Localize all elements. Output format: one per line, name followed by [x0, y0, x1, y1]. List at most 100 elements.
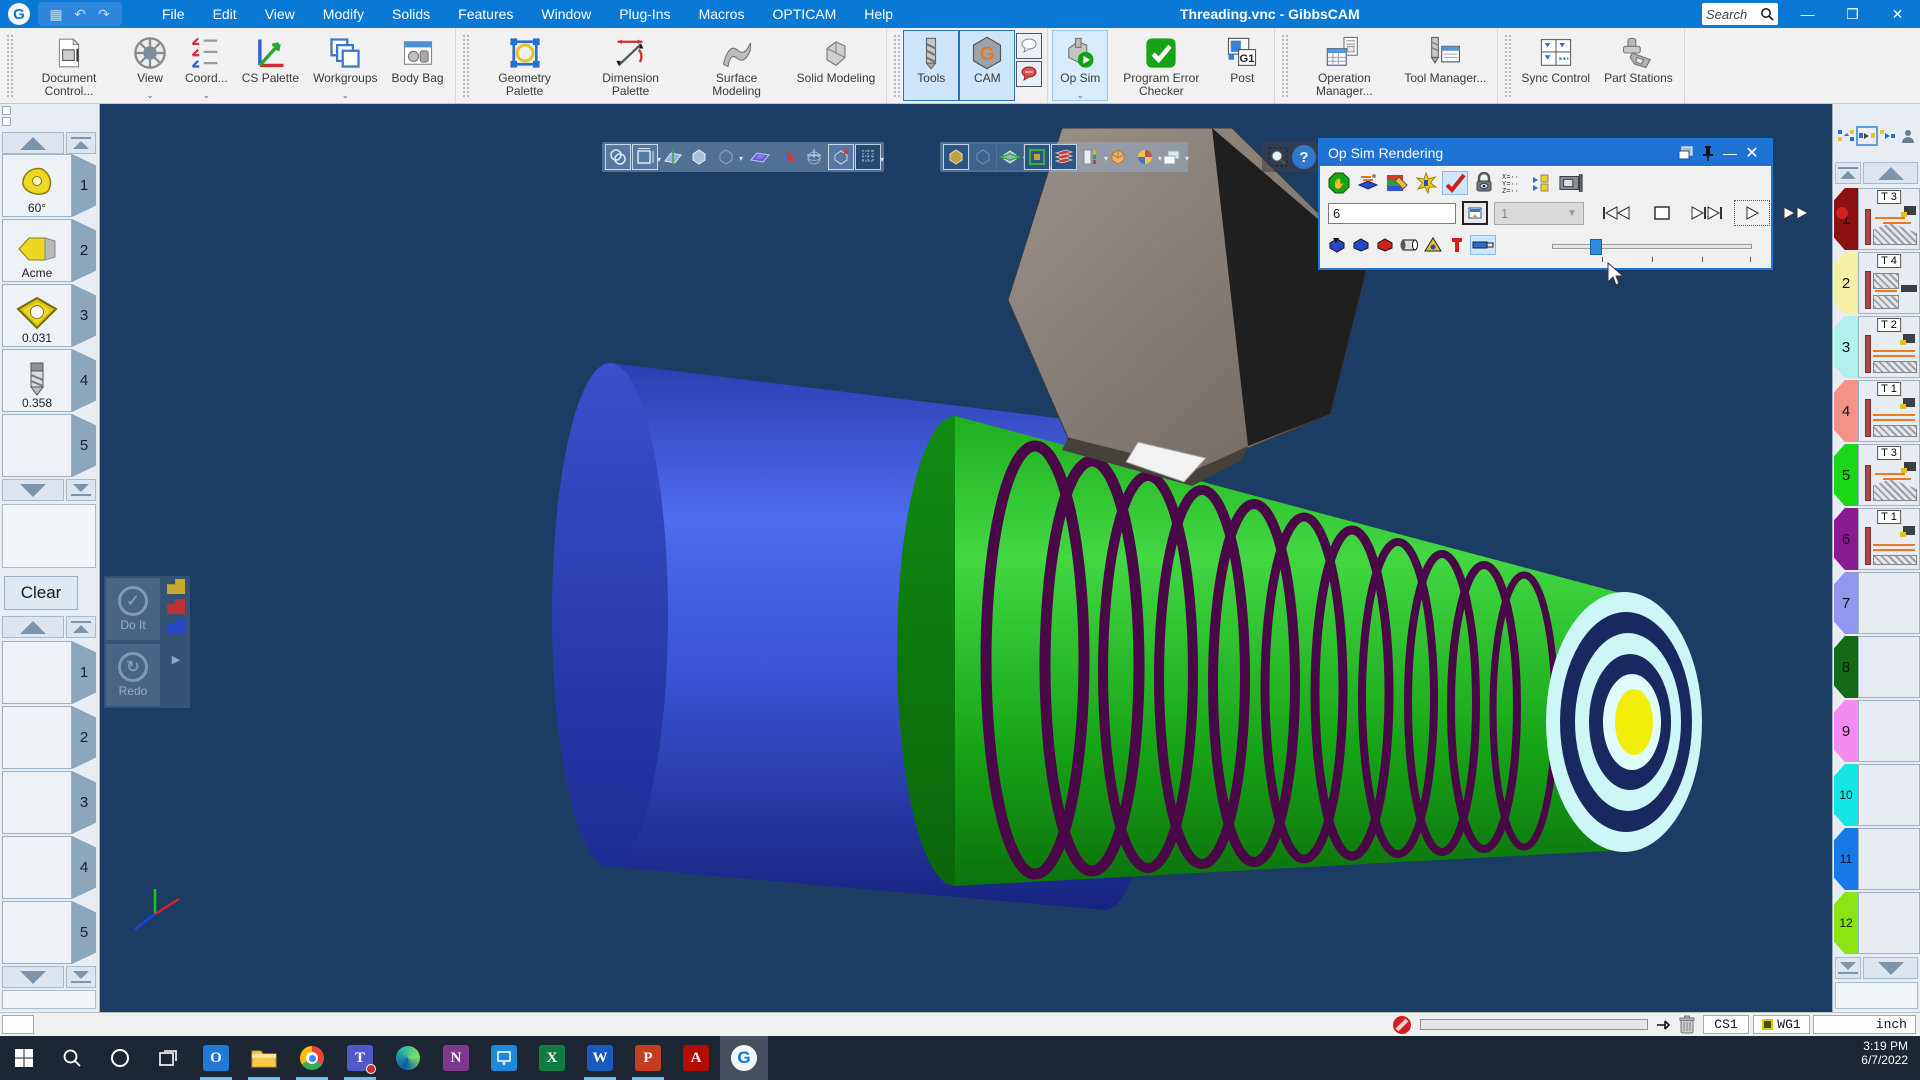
- ghost-cube-icon[interactable]: ▾: [713, 144, 739, 170]
- menu-edit[interactable]: Edit: [201, 2, 249, 26]
- slice-stack-icon[interactable]: [1051, 144, 1077, 170]
- fast-forward-icon[interactable]: [1780, 201, 1814, 225]
- menu-features[interactable]: Features: [446, 2, 525, 26]
- scroll-down-button[interactable]: [2, 479, 64, 501]
- menu-solids[interactable]: Solids: [380, 2, 442, 26]
- scroll-bottom-button[interactable]: [66, 479, 96, 501]
- step-forward-icon[interactable]: [1690, 201, 1724, 225]
- close-button[interactable]: ✕: [1875, 0, 1920, 28]
- zoom-window-icon[interactable]: [1265, 144, 1291, 170]
- menu-window[interactable]: Window: [529, 2, 603, 26]
- verify-check-icon[interactable]: [1442, 171, 1468, 195]
- cylinder-icon[interactable]: [1398, 235, 1420, 255]
- scroll-up-button[interactable]: [1863, 162, 1918, 184]
- blue-solid-icon[interactable]: [167, 619, 185, 634]
- excel-icon[interactable]: X: [528, 1036, 576, 1080]
- process-flow-alt-icon[interactable]: [1879, 128, 1897, 144]
- record-icon[interactable]: [1825, 201, 1859, 225]
- dialog-titlebar[interactable]: Op Sim Rendering — ✕: [1320, 140, 1771, 166]
- process-flow-icon[interactable]: [1837, 128, 1855, 144]
- group-drag-handle[interactable]: [1281, 34, 1289, 97]
- marker-slot-1[interactable]: 1: [2, 641, 96, 704]
- document-control-button[interactable]: Document Control...: [16, 30, 122, 101]
- tool-slot-5[interactable]: 5: [2, 414, 96, 477]
- menu-opticam[interactable]: OPTICAM: [760, 2, 848, 26]
- sim-progress-thumb[interactable]: [1590, 239, 1602, 255]
- operation-tile-10[interactable]: 10: [1834, 764, 1920, 826]
- coord-button[interactable]: Coord... ⌄: [178, 30, 235, 101]
- ghost-cube2-icon[interactable]: [970, 144, 996, 170]
- start-button[interactable]: [0, 1036, 48, 1080]
- geometry-palette-button[interactable]: Geometry Palette: [472, 30, 578, 101]
- restore-button[interactable]: ❐: [1830, 0, 1875, 28]
- scroll-top-button[interactable]: [66, 616, 96, 638]
- op-sim-button[interactable]: Op Sim ⌄: [1052, 30, 1108, 101]
- body-bag-button[interactable]: Body Bag: [385, 30, 451, 101]
- lock-view-icon[interactable]: [1471, 171, 1497, 195]
- dimension-palette-button[interactable]: Dimension Palette: [578, 30, 684, 101]
- collision-flash-icon[interactable]: [1413, 171, 1439, 195]
- powerpoint-icon[interactable]: P: [624, 1036, 672, 1080]
- operation-tile-4[interactable]: 4 T 1: [1834, 380, 1920, 442]
- tool-slot-3[interactable]: 0.031 3: [2, 284, 96, 347]
- chrome-icon[interactable]: [288, 1036, 336, 1080]
- file-explorer-icon[interactable]: [240, 1036, 288, 1080]
- marker-slot-5[interactable]: 5: [2, 901, 96, 964]
- progress-track[interactable]: [1420, 1019, 1648, 1030]
- workgroups-button[interactable]: Workgroups ⌄: [306, 30, 384, 101]
- frame-number-input[interactable]: [1328, 203, 1456, 224]
- scroll-top-button[interactable]: [1835, 162, 1861, 184]
- pin-marker-icon[interactable]: [1655, 1017, 1671, 1038]
- group-drag-handle[interactable]: [1504, 34, 1512, 97]
- framed-cube-icon[interactable]: [1024, 144, 1050, 170]
- process-blocks-icon[interactable]: [1529, 171, 1555, 195]
- tool-slot-4[interactable]: 0.358 4: [2, 349, 96, 412]
- group-drag-handle[interactable]: [893, 34, 901, 97]
- operation-tile-8[interactable]: 8: [1834, 636, 1920, 698]
- view-button[interactable]: View ⌄: [122, 30, 178, 101]
- dialog-minimize-icon[interactable]: —: [1719, 143, 1741, 163]
- gibbscam-icon[interactable]: G: [720, 1036, 768, 1080]
- cs-palette-button[interactable]: CS Palette: [235, 30, 306, 101]
- expand-arrow-icon[interactable]: ▶: [172, 653, 180, 666]
- grid-icon[interactable]: ▾: [855, 144, 881, 170]
- select-circles-icon[interactable]: [605, 144, 631, 170]
- scroll-bottom-button[interactable]: [1835, 957, 1861, 979]
- operation-tile-3[interactable]: 3 T 2: [1834, 316, 1920, 378]
- stock-section-icon[interactable]: [1355, 171, 1381, 195]
- stock-blue-icon[interactable]: [1350, 235, 1372, 255]
- marked-balloon-icon[interactable]: [1016, 61, 1042, 87]
- red-solid-icon[interactable]: [167, 599, 185, 614]
- save-icon[interactable]: ▦: [44, 6, 68, 23]
- dropdown-caret-icon[interactable]: ⌄: [203, 90, 211, 101]
- acrobat-icon[interactable]: A: [672, 1036, 720, 1080]
- scroll-down-button[interactable]: [2, 966, 64, 988]
- operation-tile-6[interactable]: 6 T 1: [1834, 508, 1920, 570]
- surface-modeling-button[interactable]: Surface Modeling: [684, 30, 790, 101]
- group-drag-handle[interactable]: [6, 34, 14, 97]
- yellow-solid-icon[interactable]: [167, 579, 185, 594]
- speed-combobox[interactable]: 1▼: [1494, 202, 1584, 225]
- sim-progress-slider[interactable]: [1552, 239, 1752, 255]
- cs-plane-icon[interactable]: [747, 144, 773, 170]
- dock-handle[interactable]: [2, 106, 12, 128]
- tool-holder-icon[interactable]: [1470, 235, 1496, 255]
- marker-slot-3[interactable]: 3: [2, 771, 96, 834]
- teams-icon[interactable]: T: [336, 1036, 384, 1080]
- help-icon[interactable]: ?: [1292, 145, 1316, 169]
- plane-icon[interactable]: [659, 144, 685, 170]
- tool-slot-2[interactable]: Acme 2: [2, 219, 96, 282]
- edge-icon[interactable]: [384, 1036, 432, 1080]
- layered-windows-icon[interactable]: ▾: [1159, 144, 1185, 170]
- operation-tile-12[interactable]: 12: [1834, 892, 1920, 954]
- sync-control-button[interactable]: Sync Control: [1514, 30, 1597, 101]
- menu-macros[interactable]: Macros: [687, 2, 757, 26]
- menu-plugins[interactable]: Plug-Ins: [607, 2, 682, 26]
- part-stations-button[interactable]: Part Stations: [1597, 30, 1680, 101]
- machine-view-icon[interactable]: [1558, 171, 1584, 195]
- tool-slot-1[interactable]: 60° 1: [2, 154, 96, 217]
- menu-view[interactable]: View: [253, 2, 307, 26]
- units-indicator[interactable]: inch: [1813, 1015, 1916, 1034]
- onenote-icon[interactable]: N: [432, 1036, 480, 1080]
- slider-track[interactable]: [1552, 244, 1752, 249]
